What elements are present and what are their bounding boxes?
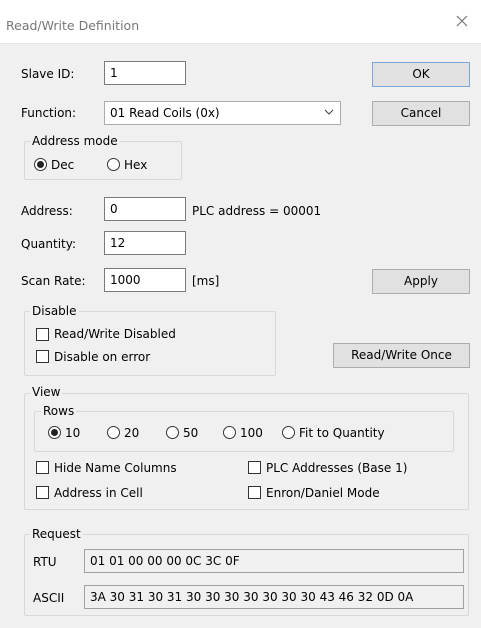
apply-button[interactable]: Apply: [372, 269, 470, 294]
window-title: Read/Write Definition: [6, 18, 140, 33]
radio-hex-label: Hex: [124, 158, 148, 172]
radio-dec-label: Dec: [51, 158, 75, 172]
radio-rows-fit[interactable]: [282, 426, 295, 439]
disable-on-error-label: Disable on error: [54, 350, 151, 364]
hide-name-columns-checkbox[interactable]: [36, 461, 49, 474]
radio-rows-20[interactable]: [107, 426, 120, 439]
address-input[interactable]: 0: [104, 197, 186, 221]
scan-rate-unit: [ms]: [192, 274, 220, 288]
chevron-down-icon: [324, 109, 334, 115]
request-label: Request: [30, 527, 83, 541]
radio-rows-50[interactable]: [166, 426, 179, 439]
ok-button[interactable]: OK: [372, 62, 470, 87]
close-icon-glyph: [456, 15, 468, 27]
quantity-input[interactable]: 12: [104, 231, 186, 255]
disable-label: Disable: [30, 304, 79, 318]
radio-rows-10[interactable]: [48, 426, 61, 439]
slave-id-input[interactable]: 1: [104, 61, 186, 85]
enron-daniel-label: Enron/Daniel Mode: [266, 486, 380, 500]
address-label: Address:: [21, 204, 73, 218]
read-write-definition-dialog: Read/Write Definition Slave ID: 1 OK Fun…: [0, 0, 481, 628]
plc-addresses-label: PLC Addresses (Base 1): [266, 461, 408, 475]
radio-dec[interactable]: [34, 158, 47, 171]
scan-rate-input[interactable]: 1000: [104, 268, 186, 292]
address-in-cell-label: Address in Cell: [54, 486, 143, 500]
close-icon[interactable]: [453, 14, 471, 32]
address-mode-label: Address mode: [30, 134, 120, 148]
rtu-field[interactable]: 01 01 00 00 00 0C 3C 0F: [84, 549, 464, 573]
radio-rows-10-label: 10: [65, 426, 81, 440]
quantity-label: Quantity:: [21, 237, 77, 251]
disable-on-error-checkbox[interactable]: [36, 350, 49, 363]
radio-rows-20-label: 20: [124, 426, 140, 440]
hide-name-columns-label: Hide Name Columns: [54, 461, 177, 475]
function-selected-value: 01 Read Coils (0x): [110, 106, 220, 120]
radio-rows-100-label: 100: [240, 426, 263, 440]
disable-group: [24, 311, 276, 376]
radio-rows-100[interactable]: [223, 426, 236, 439]
address-in-cell-checkbox[interactable]: [36, 486, 49, 499]
rw-disabled-checkbox[interactable]: [36, 328, 49, 341]
read-write-once-button[interactable]: Read/Write Once: [333, 343, 470, 368]
ascii-field[interactable]: 3A 30 31 30 31 30 30 30 30 30 30 30 43 4…: [84, 585, 464, 609]
function-select[interactable]: 01 Read Coils (0x): [104, 101, 341, 125]
radio-rows-50-label: 50: [183, 426, 199, 440]
scan-rate-label: Scan Rate:: [21, 274, 86, 288]
ascii-label: ASCII: [33, 591, 65, 605]
view-label: View: [30, 385, 63, 399]
plc-addresses-checkbox[interactable]: [248, 461, 261, 474]
plc-address-text: PLC address = 00001: [192, 204, 322, 218]
cancel-button[interactable]: Cancel: [372, 101, 470, 126]
enron-daniel-checkbox[interactable]: [248, 486, 261, 499]
slave-id-label: Slave ID:: [21, 67, 75, 81]
title-bar: Read/Write Definition: [0, 0, 481, 44]
rows-label: Rows: [41, 404, 77, 418]
rtu-label: RTU: [33, 555, 57, 569]
function-label: Function:: [21, 106, 77, 120]
radio-rows-fit-label: Fit to Quantity: [299, 426, 385, 440]
rw-disabled-label: Read/Write Disabled: [54, 327, 176, 341]
radio-hex[interactable]: [107, 158, 120, 171]
